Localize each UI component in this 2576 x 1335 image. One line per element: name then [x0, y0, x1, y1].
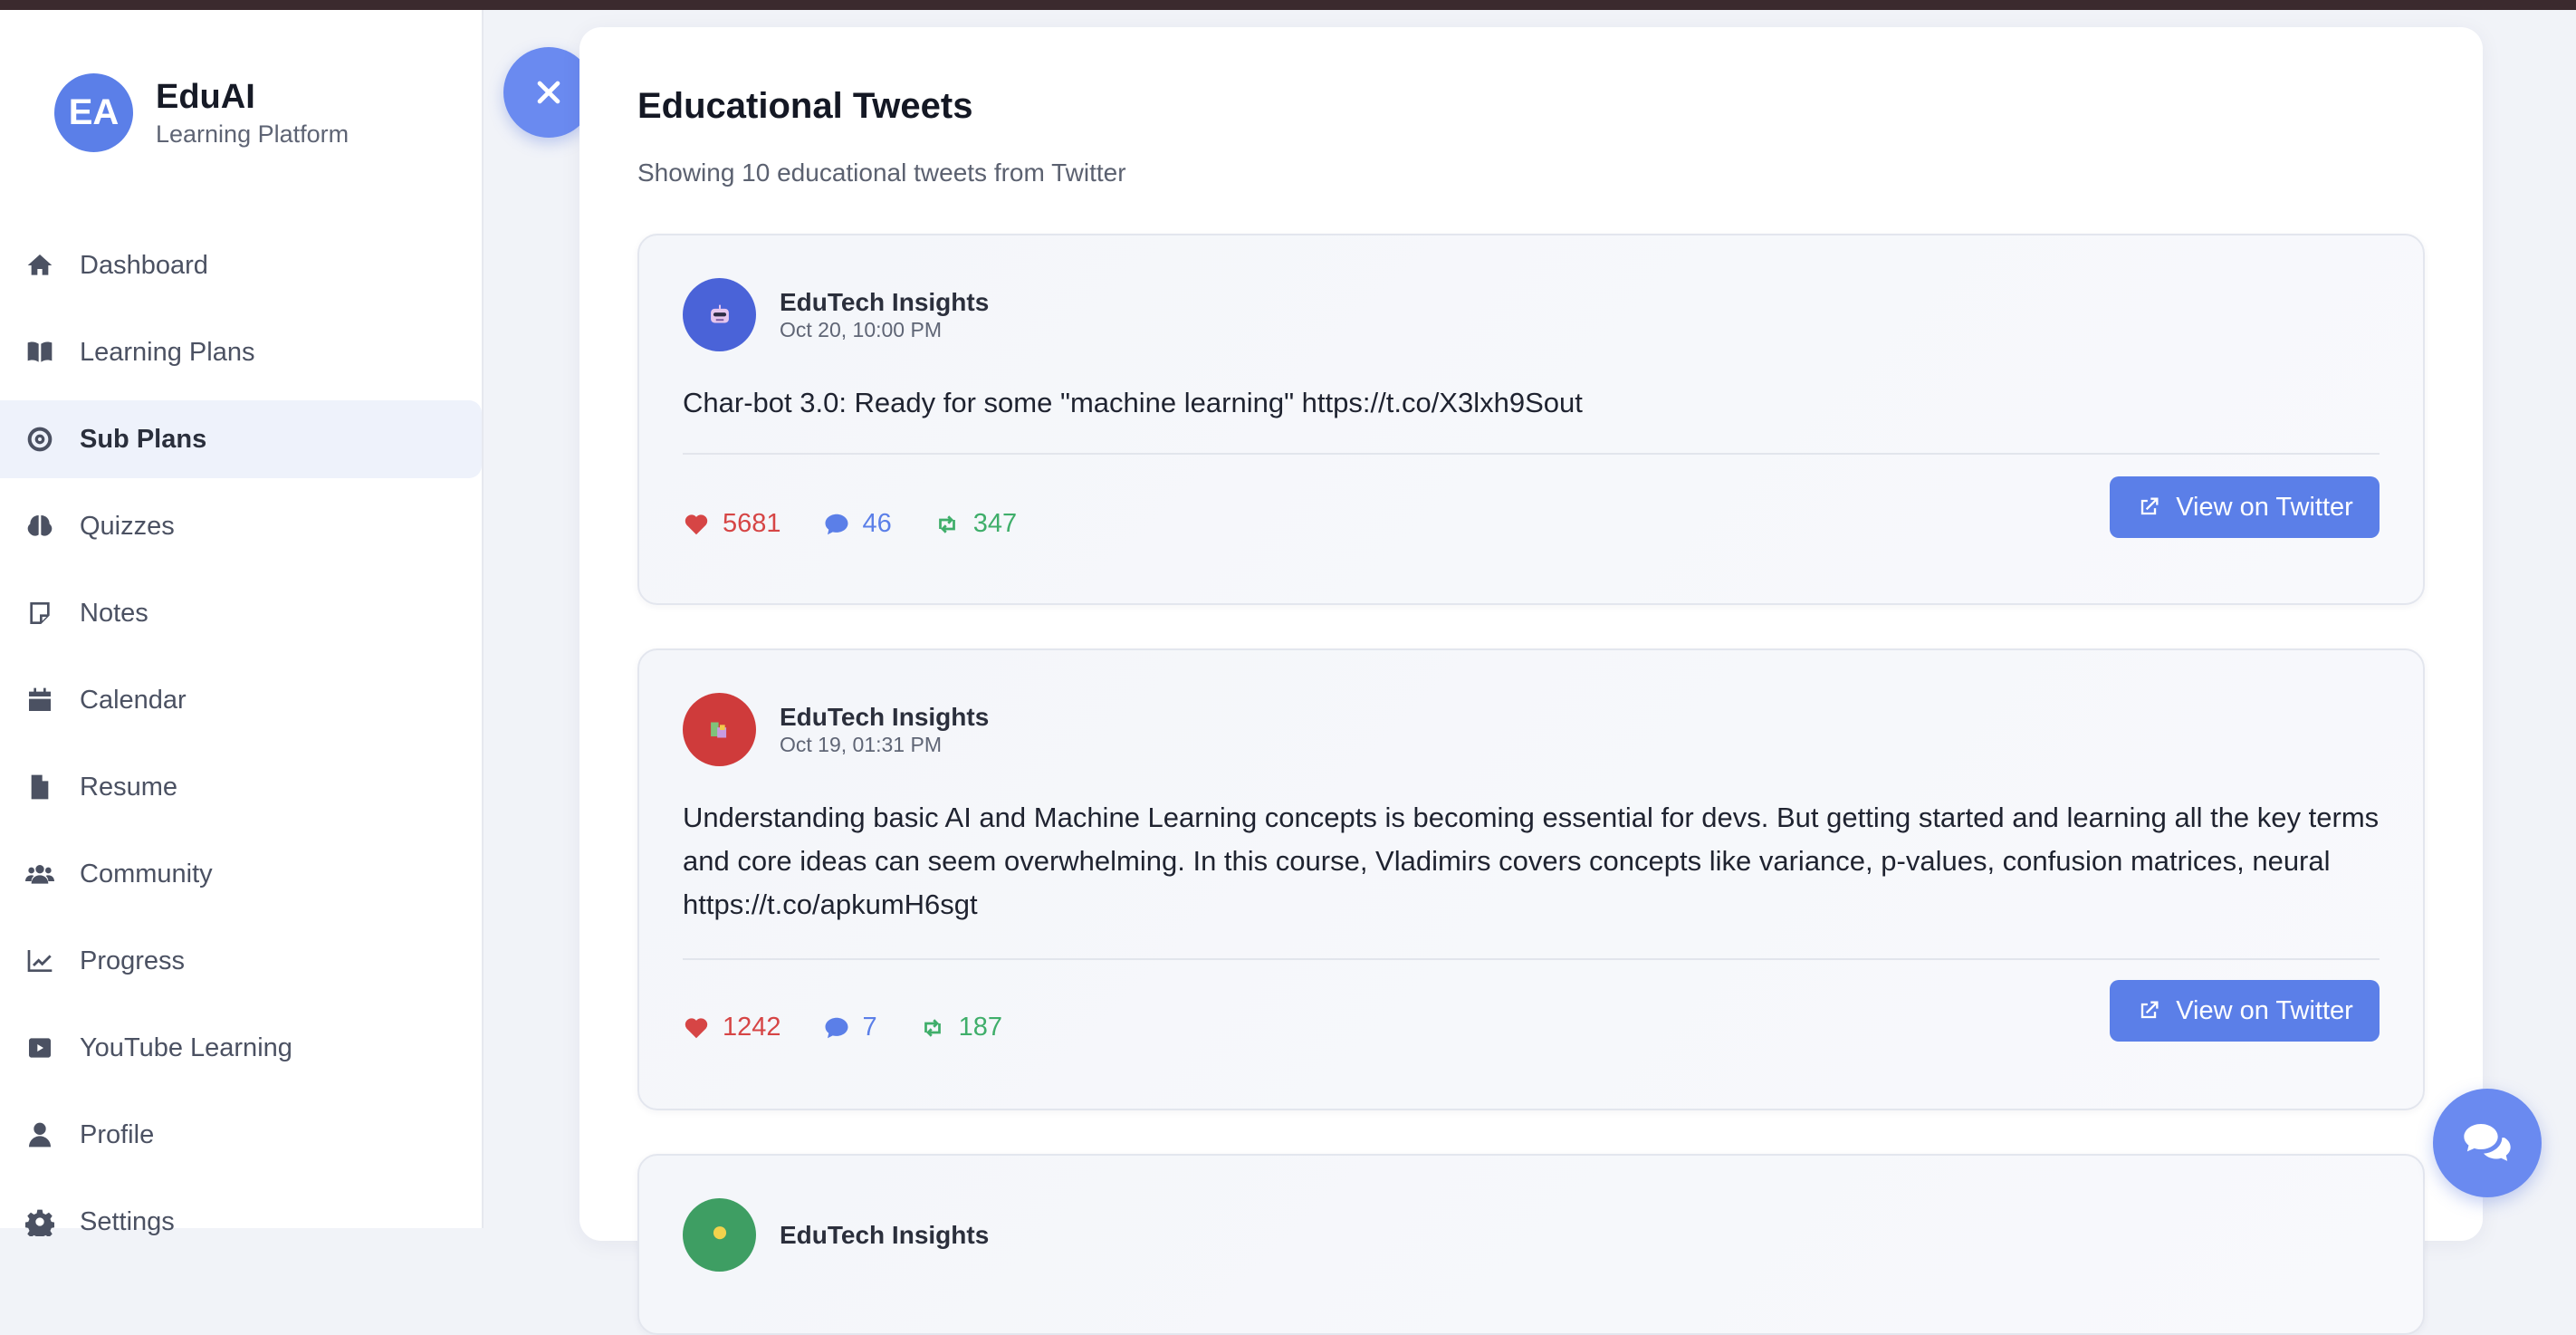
- chat-button[interactable]: [2433, 1089, 2542, 1197]
- sidebar-item-profile[interactable]: Profile: [0, 1096, 482, 1174]
- sidebar-item-label: Resume: [80, 772, 177, 802]
- sidebar-item-calendar[interactable]: Calendar: [0, 661, 482, 739]
- comment-stat[interactable]: 46: [823, 509, 892, 539]
- sidebar-item-youtube-learning[interactable]: YouTube Learning: [0, 1009, 482, 1087]
- sidebar-item-label: Settings: [80, 1206, 175, 1236]
- heart-icon: [685, 1017, 708, 1038]
- view-on-twitter-button[interactable]: View on Twitter: [2110, 980, 2380, 1042]
- file-icon: [24, 771, 56, 803]
- tweet-stats: 5681 46 347: [683, 509, 1058, 539]
- sidebar-item-learning-plans[interactable]: Learning Plans: [0, 313, 482, 391]
- sidebar-item-resume[interactable]: Resume: [0, 748, 482, 826]
- retweet-stat[interactable]: 187: [919, 1013, 1002, 1042]
- comment-count: 7: [862, 1013, 877, 1042]
- retweet-count: 347: [972, 509, 1018, 538]
- comment-stat[interactable]: 7: [823, 1013, 877, 1042]
- avatar: [683, 278, 756, 351]
- sidebar-item-quizzes[interactable]: Quizzes: [0, 487, 482, 565]
- tweet-card: EduTech Insights Oct 19, 01:31 PM Unders…: [637, 648, 2425, 1110]
- sidebar-nav: Dashboard Learning Plans Sub Plans Quizz…: [0, 226, 482, 1270]
- comment-count: 46: [862, 509, 892, 538]
- sidebar-item-label: Sub Plans: [80, 424, 207, 454]
- sidebar-item-label: Notes: [80, 598, 148, 628]
- retweet-stat[interactable]: 347: [934, 509, 1017, 539]
- tweet-text: Understanding basic AI and Machine Learn…: [683, 802, 2380, 920]
- sidebar-item-label: YouTube Learning: [80, 1032, 292, 1062]
- books-icon: [710, 722, 726, 737]
- window-top-bar: [0, 0, 2576, 10]
- gear-icon: [24, 1205, 56, 1238]
- sidebar-item-community[interactable]: Community: [0, 835, 482, 913]
- brand-avatar: EA: [54, 73, 133, 152]
- calendar-icon: [24, 684, 56, 716]
- tweet-text: Char-bot 3.0: Ready for some "machine le…: [683, 387, 1583, 418]
- tweet-author[interactable]: EduTech Insights: [780, 703, 989, 732]
- lightbulb-icon: [713, 1225, 726, 1239]
- brand-name: EduAI: [156, 78, 255, 116]
- avatar: [683, 1198, 756, 1272]
- like-count: 5681: [723, 509, 781, 538]
- button-label: View on Twitter: [2176, 995, 2353, 1025]
- heart-icon: [685, 514, 708, 534]
- tweet-date: Oct 19, 01:31 PM: [780, 732, 942, 756]
- sidebar-item-label: Learning Plans: [80, 337, 255, 367]
- card-divider: [683, 958, 2380, 960]
- tweet-card: EduTech Insights Oct 20, 10:00 PM Char-b…: [637, 234, 2425, 605]
- sidebar-item-label: Calendar: [80, 685, 187, 715]
- button-label: View on Twitter: [2176, 492, 2353, 522]
- view-on-twitter-button[interactable]: View on Twitter: [2110, 476, 2380, 538]
- sidebar-item-notes[interactable]: Notes: [0, 574, 482, 652]
- robot-icon: [710, 304, 729, 322]
- sidebar-item-label: Progress: [80, 946, 186, 975]
- tweet-stats: 1242 7 187: [683, 1013, 1044, 1042]
- sidebar-item-sub-plans[interactable]: Sub Plans: [0, 400, 482, 478]
- sidebar-item-label: Profile: [80, 1119, 155, 1149]
- external-link-icon: [2141, 497, 2159, 515]
- like-stat[interactable]: 5681: [683, 509, 781, 539]
- brand-subtitle: Learning Platform: [156, 120, 350, 148]
- page-subtitle: Showing 10 educational tweets from Twitt…: [637, 158, 1126, 187]
- users-icon: [24, 858, 56, 890]
- chart-line-icon: [24, 945, 56, 977]
- tweets-panel: Educational Tweets Showing 10 educationa…: [579, 27, 2483, 1335]
- brand[interactable]: EA EduAI Learning Platform: [54, 73, 349, 152]
- tweet-author[interactable]: EduTech Insights: [780, 1221, 989, 1250]
- external-link-icon: [2141, 1001, 2159, 1019]
- tweet-author[interactable]: EduTech Insights: [780, 288, 989, 317]
- tweet-card: EduTech Insights: [637, 1154, 2425, 1335]
- avatar: [683, 693, 756, 766]
- brain-icon: [24, 510, 56, 543]
- page-title: Educational Tweets: [637, 86, 973, 126]
- retweet-count: 187: [958, 1013, 1003, 1042]
- like-stat[interactable]: 1242: [683, 1013, 781, 1042]
- sidebar-item-label: Community: [80, 859, 213, 888]
- sidebar-item-label: Dashboard: [80, 250, 208, 280]
- sidebar-item-dashboard[interactable]: Dashboard: [0, 226, 482, 304]
- retweet-icon: [938, 514, 955, 533]
- chat-icon: [2464, 1124, 2511, 1161]
- retweet-icon: [924, 1018, 941, 1037]
- card-divider: [683, 453, 2380, 455]
- youtube-icon: [24, 1032, 56, 1064]
- close-icon: [537, 81, 560, 104]
- like-count: 1242: [723, 1013, 781, 1042]
- user-icon: [24, 1119, 56, 1151]
- tweet-date: Oct 20, 10:00 PM: [780, 317, 942, 341]
- comment-icon: [825, 514, 848, 534]
- home-icon: [24, 249, 56, 282]
- sidebar-item-progress[interactable]: Progress: [0, 922, 482, 1000]
- comment-icon: [825, 1017, 848, 1038]
- target-icon: [24, 423, 56, 456]
- book-icon: [24, 336, 56, 369]
- sidebar-item-settings[interactable]: Settings: [0, 1183, 482, 1261]
- sidebar-item-label: Quizzes: [80, 511, 175, 541]
- note-icon: [24, 597, 56, 629]
- sidebar: EA EduAI Learning Platform Dashboard Lea…: [0, 10, 484, 1236]
